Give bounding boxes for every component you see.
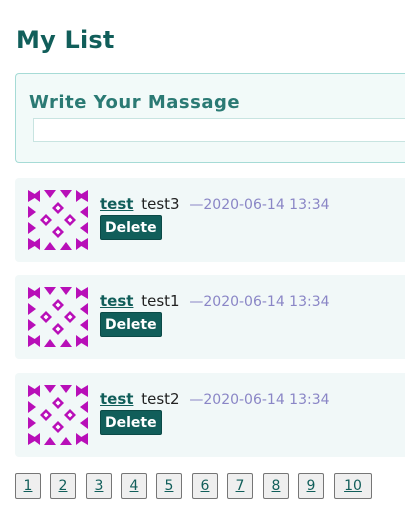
- avatar-pattern-shape: [44, 190, 56, 198]
- avatar-pattern-shape: [78, 238, 88, 250]
- identicon-avatar: [28, 190, 88, 250]
- avatar-pattern-shape: [28, 417, 36, 429]
- avatar-pattern-shape: [60, 242, 72, 250]
- page-title: My List: [16, 26, 115, 54]
- page-button-7[interactable]: 7: [227, 473, 253, 499]
- avatar-pattern-shape: [80, 303, 88, 315]
- avatar-pattern-shape: [44, 437, 56, 445]
- post-line: test test1 —2020-06-14 13:34: [100, 292, 330, 310]
- page-button-10[interactable]: 10: [334, 473, 372, 499]
- avatar-pattern-shape: [80, 206, 88, 218]
- avatar-pattern-shape: [28, 303, 36, 315]
- page-button-4[interactable]: 4: [121, 473, 147, 499]
- avatar-pattern-shape: [28, 206, 36, 218]
- avatar-pattern-shape: [80, 319, 88, 331]
- avatar-pattern-shape: [32, 287, 40, 299]
- avatar-pattern-shape: [78, 335, 88, 347]
- avatar-pattern-shape: [44, 242, 56, 250]
- post-text: test1: [141, 292, 180, 310]
- avatar-pattern-shape: [32, 433, 40, 445]
- avatar-pattern-shape: [44, 339, 56, 347]
- delete-button[interactable]: Delete: [100, 312, 162, 337]
- post-card: test test1 —2020-06-14 13:34 Delete: [15, 275, 405, 359]
- identicon-avatar: [28, 385, 88, 445]
- page-button-6[interactable]: 6: [192, 473, 218, 499]
- avatar-pattern-shape: [60, 437, 72, 445]
- page-button-5[interactable]: 5: [156, 473, 182, 499]
- page-button-8[interactable]: 8: [263, 473, 289, 499]
- page-button-2[interactable]: 2: [50, 473, 76, 499]
- avatar-pattern-shape: [32, 385, 40, 397]
- avatar-pattern-shape: [32, 238, 40, 250]
- avatar-pattern-shape: [32, 335, 40, 347]
- post-text: test3: [141, 195, 180, 213]
- avatar-pattern-shape: [80, 222, 88, 234]
- avatar-pattern-shape: [28, 222, 36, 234]
- avatar-pattern-shape: [80, 417, 88, 429]
- avatar-pattern-shape: [78, 190, 88, 202]
- avatar-pattern-shape: [60, 385, 72, 393]
- delete-button[interactable]: Delete: [100, 410, 162, 435]
- delete-button[interactable]: Delete: [100, 215, 162, 240]
- post-timestamp: —2020-06-14 13:34: [189, 197, 330, 213]
- avatar-pattern-shape: [28, 319, 36, 331]
- avatar-pattern-shape: [28, 401, 36, 413]
- avatar-pattern-shape: [44, 287, 56, 295]
- post-text: test2: [141, 390, 180, 408]
- message-composer: Write Your Massage: [15, 73, 405, 163]
- identicon-avatar: [28, 287, 88, 347]
- post-author-link[interactable]: test: [100, 390, 133, 408]
- post-timestamp: —2020-06-14 13:34: [189, 392, 330, 408]
- page-button-9[interactable]: 9: [298, 473, 324, 499]
- post-line: test test2 —2020-06-14 13:34: [100, 390, 330, 408]
- post-card: test test3 —2020-06-14 13:34 Delete: [15, 178, 405, 262]
- avatar-pattern-shape: [60, 287, 72, 295]
- page-button-3[interactable]: 3: [86, 473, 112, 499]
- app-root: My List Write Your Massage test test3 —2…: [0, 0, 405, 509]
- post-author-link[interactable]: test: [100, 292, 133, 310]
- post-line: test test3 —2020-06-14 13:34: [100, 195, 330, 213]
- avatar-pattern-shape: [80, 401, 88, 413]
- message-input[interactable]: [33, 118, 405, 142]
- composer-title: Write Your Massage: [29, 92, 241, 113]
- avatar-pattern-shape: [60, 190, 72, 198]
- post-card: test test2 —2020-06-14 13:34 Delete: [15, 373, 405, 457]
- avatar-pattern-shape: [44, 385, 56, 393]
- page-button-1[interactable]: 1: [15, 473, 41, 499]
- post-timestamp: —2020-06-14 13:34: [189, 294, 330, 310]
- post-author-link[interactable]: test: [100, 195, 133, 213]
- avatar-pattern-shape: [78, 287, 88, 299]
- avatar-pattern-shape: [32, 190, 40, 202]
- avatar-pattern-shape: [78, 385, 88, 397]
- avatar-pattern-shape: [78, 433, 88, 445]
- avatar-pattern-shape: [60, 339, 72, 347]
